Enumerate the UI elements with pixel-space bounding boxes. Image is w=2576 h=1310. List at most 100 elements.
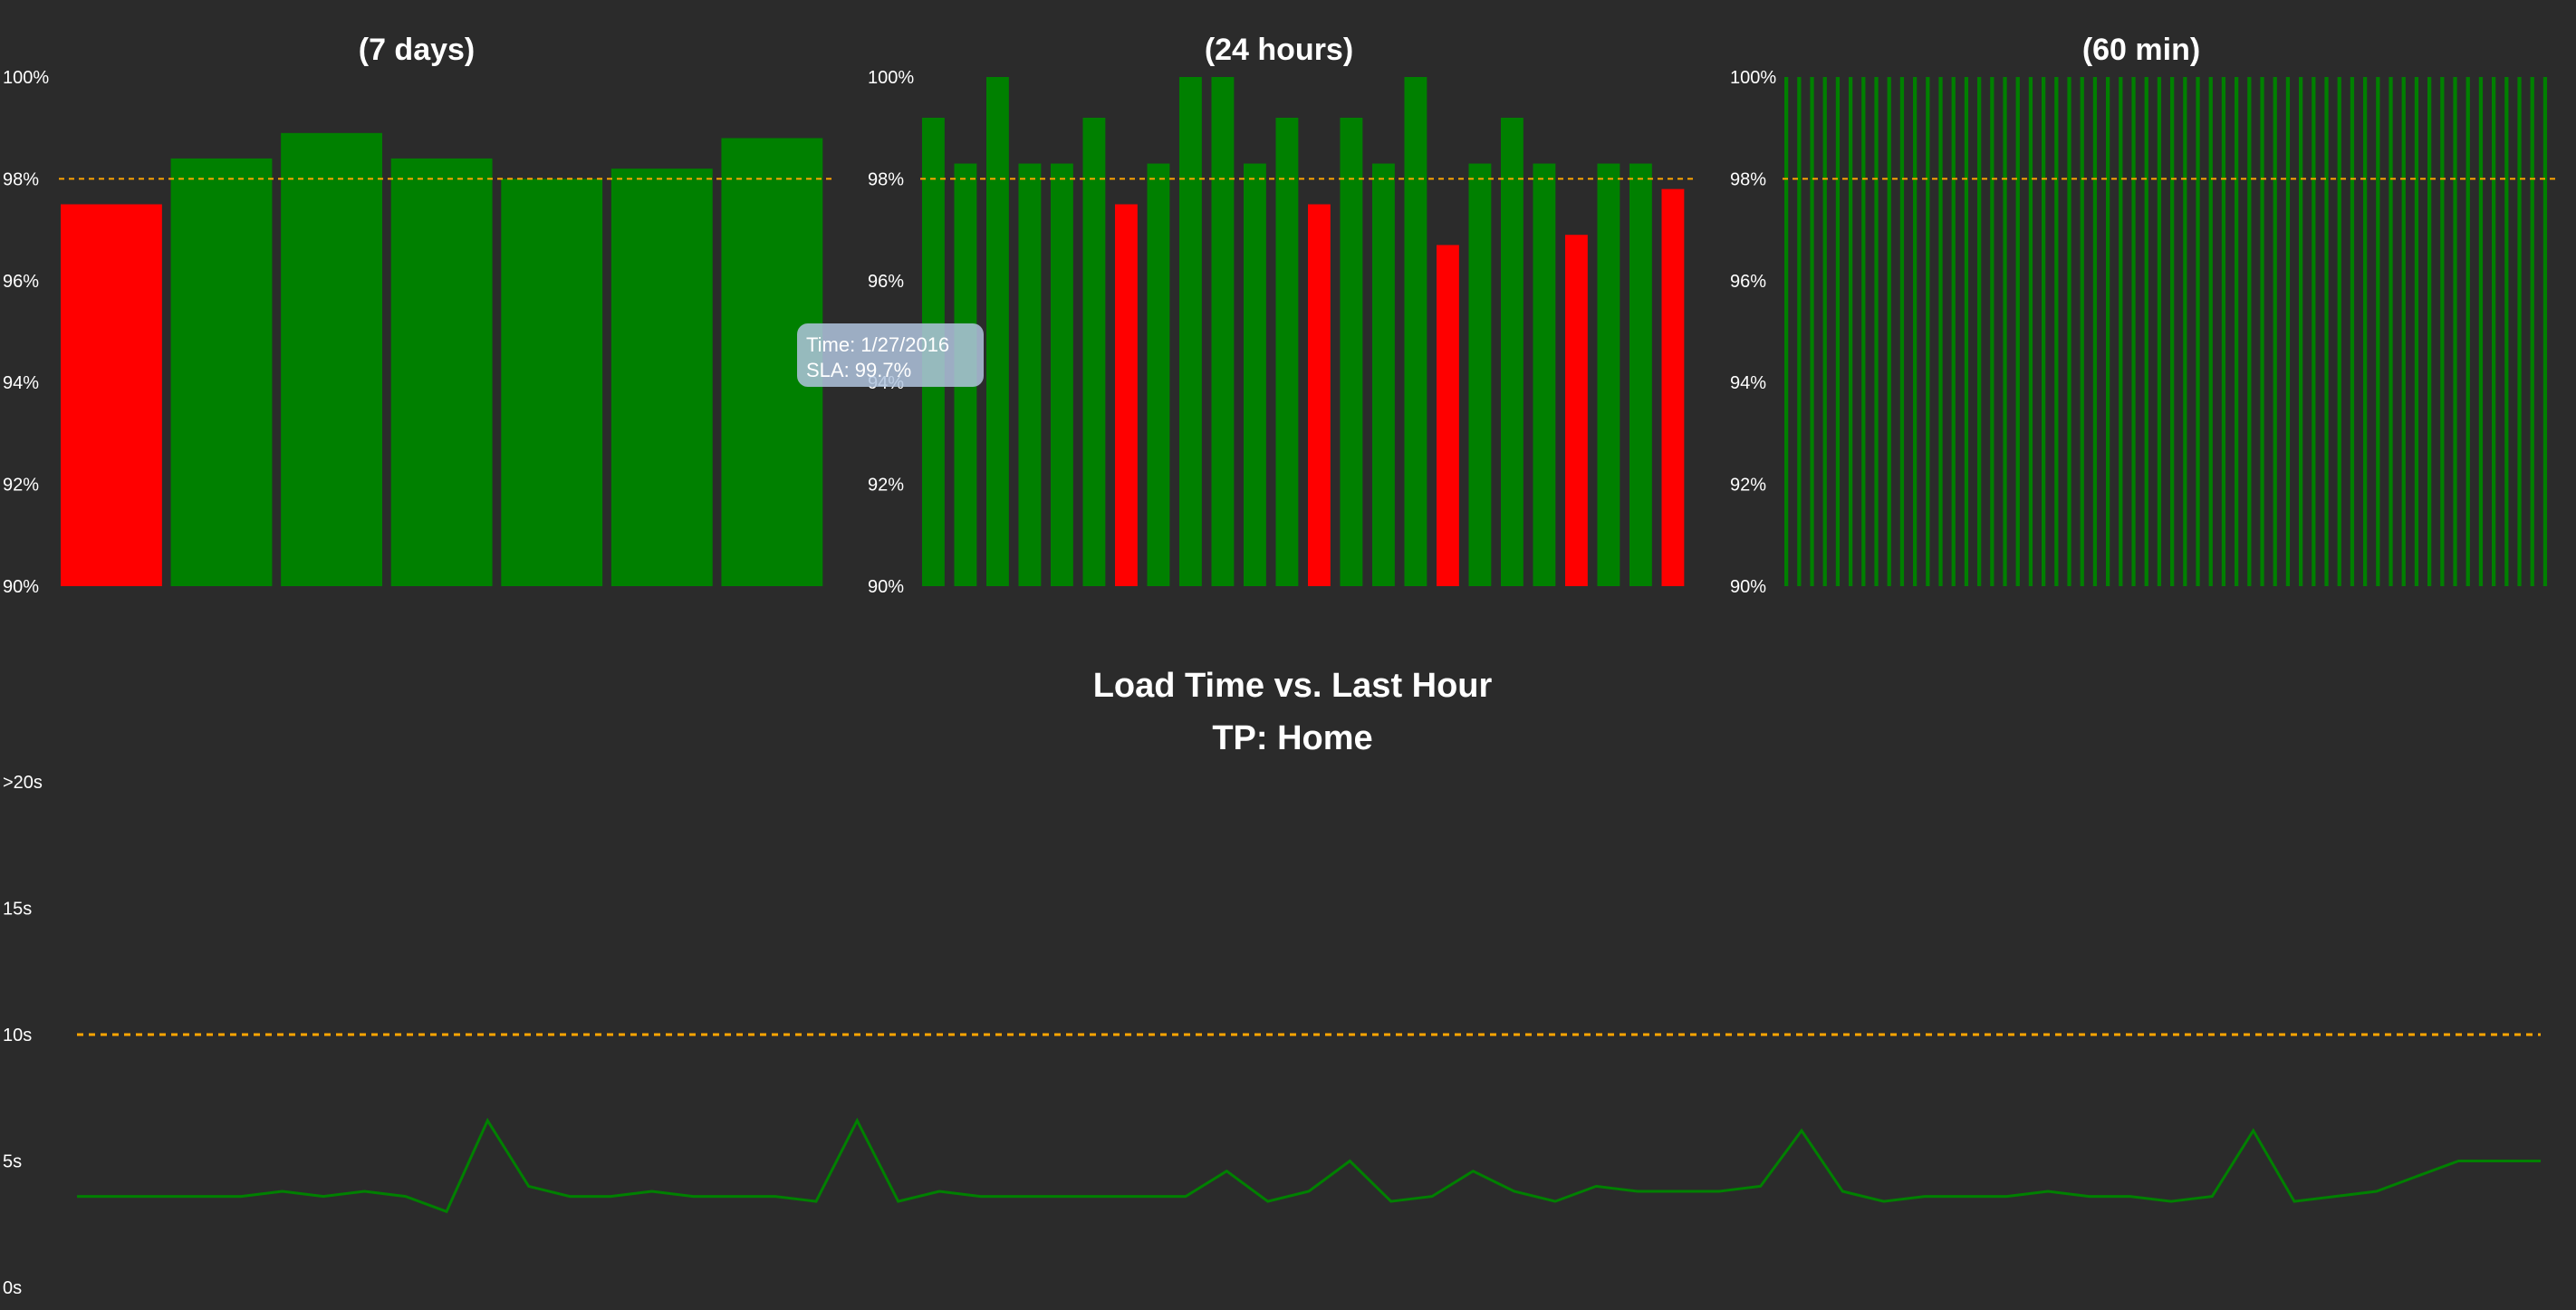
sla-bar	[2285, 77, 2291, 586]
sla-bar	[2247, 77, 2252, 586]
y-tick-label: 92%	[3, 476, 39, 496]
sla-bar	[1977, 77, 1982, 586]
sla-bar	[2157, 77, 2162, 586]
sla-bar	[1308, 204, 1331, 586]
sla-bar	[2427, 77, 2432, 586]
sla-bar	[170, 158, 273, 587]
sla-bar	[1468, 163, 1492, 587]
sla-bar	[1340, 117, 1363, 586]
sla-bar	[1810, 77, 1814, 586]
y-tick-label: 90%	[1730, 577, 1766, 597]
sla-bar	[2440, 77, 2445, 586]
sla-bar	[2092, 77, 2098, 586]
sla-bar	[2542, 77, 2548, 586]
sla-bar	[2414, 77, 2419, 586]
sla-bar	[2144, 77, 2148, 586]
sla-bar	[2119, 77, 2123, 586]
y-tick-label: 5s	[3, 1152, 22, 1172]
sla-bar	[1629, 163, 1652, 587]
sla-bar	[1899, 77, 1905, 586]
sla-bar	[2003, 77, 2007, 586]
sla-bar	[1437, 245, 1459, 586]
sla-bar	[1275, 117, 1299, 586]
y-tick-label: 94%	[1730, 373, 1766, 393]
y-tick-label: 96%	[868, 272, 904, 292]
y-tick-label: >20s	[3, 773, 43, 793]
y-tick-label: 98%	[1730, 169, 1766, 189]
sla-bar	[2221, 77, 2226, 586]
sla-bar	[2028, 77, 2033, 586]
y-tick-label: 10s	[3, 1026, 32, 1045]
sla-bar	[1784, 77, 1789, 586]
sla-bar	[2478, 77, 2484, 586]
y-tick-label: 100%	[1730, 68, 1776, 88]
sla-bar	[1244, 163, 1266, 587]
sla-bar	[1661, 188, 1685, 586]
sla-bar	[1951, 77, 1956, 586]
sla-bar	[2208, 77, 2213, 586]
y-tick-label: 94%	[3, 373, 39, 393]
sla-bar	[2273, 77, 2277, 586]
sla-bar	[1861, 77, 1866, 586]
sla-bar	[2015, 77, 2020, 586]
sla-bar	[2170, 77, 2175, 586]
sla-bar	[1874, 77, 1879, 586]
sla-bar	[1018, 163, 1042, 587]
sla-bar	[1835, 77, 1841, 586]
y-tick-label: 98%	[868, 169, 904, 189]
y-tick-label: 96%	[3, 272, 39, 292]
line-chart-subtitle: TP: Home	[1212, 719, 1372, 757]
sla-bar	[1849, 77, 1853, 586]
sla-bar	[2183, 77, 2187, 586]
sla-bar	[2324, 77, 2329, 586]
sla-bar	[1147, 163, 1170, 587]
chart-title-2: (60 min)	[2082, 33, 2200, 67]
sla-bar	[2389, 77, 2393, 586]
sla-bar	[2299, 77, 2303, 586]
y-tick-label: 100%	[868, 68, 914, 88]
sla-bar	[1938, 77, 1943, 586]
sla-bar	[1051, 163, 1073, 587]
sla-bar	[1179, 77, 1202, 586]
sla-bar	[2260, 77, 2264, 586]
y-tick-label: 98%	[3, 169, 39, 189]
bar-tooltip: Time: 1/27/2016 SLA: 99.7%	[797, 323, 984, 387]
sla-bar	[2054, 77, 2059, 586]
sla-bar	[1926, 77, 1930, 586]
sla-bar	[1597, 163, 1620, 587]
sla-bar	[1533, 163, 1556, 587]
chart-title-1: (24 hours)	[1205, 33, 1353, 67]
y-tick-label: 90%	[3, 577, 39, 597]
y-tick-label: 92%	[1730, 476, 1766, 496]
sla-bar	[2196, 77, 2200, 586]
tooltip-sla: SLA: 99.7%	[806, 359, 912, 381]
y-tick-label: 92%	[868, 476, 904, 496]
sla-bar	[2235, 77, 2239, 586]
sla-bar	[2465, 77, 2470, 586]
sla-bar	[1082, 117, 1106, 586]
sla-bar	[1964, 77, 1969, 586]
sla-bar	[2517, 77, 2522, 586]
y-tick-label: 15s	[3, 900, 32, 920]
sla-bar	[1115, 204, 1138, 586]
sla-bar	[1211, 77, 1235, 586]
sla-bar	[2067, 77, 2071, 586]
sla-bar	[2363, 77, 2368, 586]
sla-bar	[2337, 77, 2341, 586]
sla-bar	[610, 169, 713, 586]
sla-bar	[2080, 77, 2084, 586]
sla-bar	[2530, 77, 2534, 586]
sla-bar	[1887, 77, 1891, 586]
sla-bar	[1372, 163, 1395, 587]
sla-bar	[281, 132, 382, 586]
sla-bar	[2350, 77, 2355, 586]
sla-bar	[1822, 77, 1827, 586]
sla-bar	[2492, 77, 2496, 586]
sla-bar	[2312, 77, 2316, 586]
line-chart-title: Load Time vs. Last Hour	[1093, 667, 1493, 705]
sla-bar	[1797, 77, 1802, 586]
chart-title-0: (7 days)	[359, 33, 476, 67]
load-time-line	[77, 1117, 2541, 1214]
sla-bar	[1913, 77, 1918, 586]
tooltip-time: Time: 1/27/2016	[806, 333, 950, 356]
